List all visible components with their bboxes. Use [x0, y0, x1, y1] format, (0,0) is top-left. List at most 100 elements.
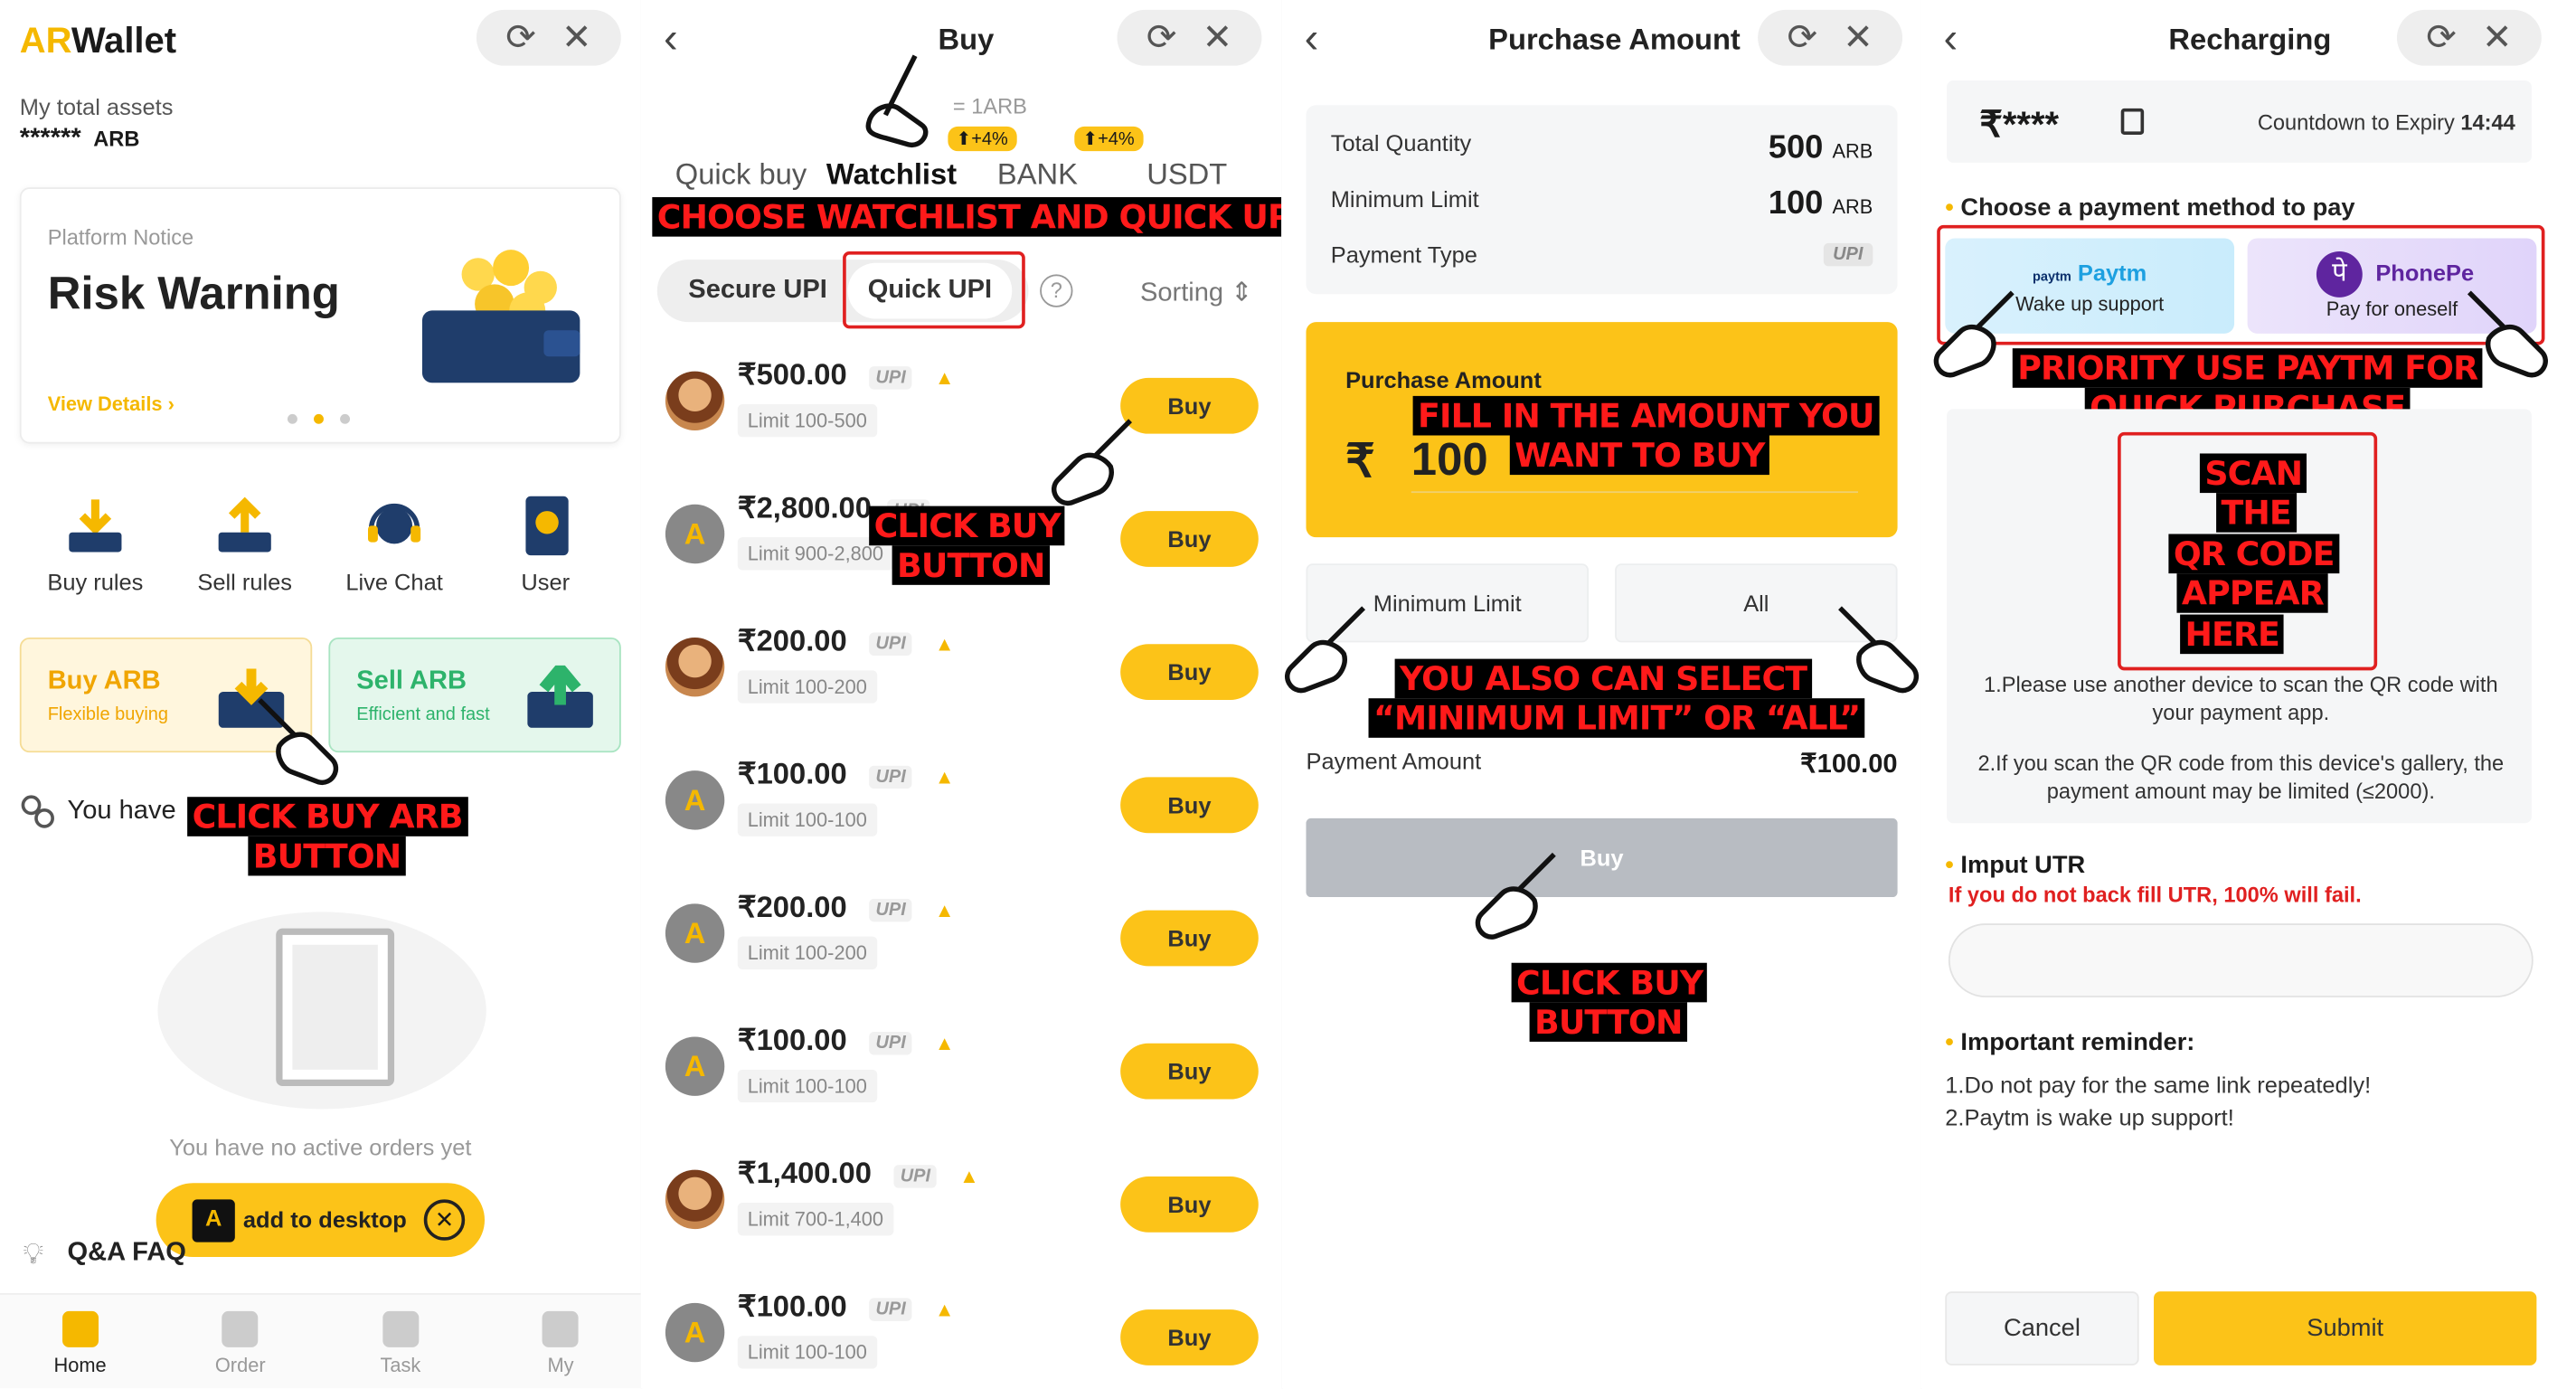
reminder-heading: • Important reminder: — [1945, 1028, 2195, 1057]
tab-home[interactable]: Home — [0, 1295, 160, 1389]
utr-heading: • Imput UTR — [1945, 851, 2086, 880]
sorting-control[interactable]: Sorting ⇕ — [1140, 276, 1253, 308]
seller-avatar — [665, 637, 725, 697]
order-limit: Limit 100-500 — [737, 403, 877, 438]
download-tray-icon — [62, 493, 128, 559]
headset-icon — [362, 493, 428, 559]
min-limit-label: Minimum Limit — [1330, 185, 1479, 213]
order-limit: Limit 100-100 — [737, 1336, 877, 1369]
refresh-icon[interactable]: ⟳ — [505, 19, 536, 56]
upi-logo-icon: UPI — [869, 898, 913, 922]
back-chevron-icon[interactable]: ‹ — [1943, 16, 1958, 59]
page-title: Recharging — [2168, 23, 2332, 56]
order-limit: Limit 700-1,400 — [737, 1203, 893, 1236]
orders-heading: You have — [67, 797, 176, 826]
close-icon[interactable]: ✕ — [1843, 19, 1873, 56]
tab-task[interactable]: Task — [320, 1295, 480, 1389]
arb-badge-icon: ▲ — [934, 898, 955, 922]
buy-order-button[interactable]: Buy — [1120, 1176, 1259, 1233]
bank-badge: ⬆+4% — [1074, 126, 1143, 152]
close-icon[interactable]: ✕ — [561, 19, 592, 56]
buy-order-button[interactable]: Buy — [1120, 1043, 1259, 1100]
buy-arb-title: Buy ARB — [47, 666, 161, 695]
back-chevron-icon[interactable]: ‹ — [1305, 16, 1319, 59]
live-chat-link[interactable]: Live Chat — [328, 493, 459, 595]
arb-badge-icon: ▲ — [934, 1032, 955, 1055]
task-icon — [382, 1310, 419, 1347]
pointing-hand-icon — [1920, 279, 2025, 384]
submit-button[interactable]: Submit — [2154, 1291, 2537, 1365]
faq-link[interactable]: Q&A FAQ — [67, 1239, 185, 1269]
utr-input[interactable] — [1948, 923, 2534, 997]
arb-badge-icon: ▲ — [934, 765, 955, 789]
buy-order-button[interactable]: Buy — [1120, 511, 1259, 567]
arb-badge-icon: ▲ — [934, 632, 955, 656]
tab-bank[interactable]: BANK — [997, 157, 1078, 192]
payment-amount-value: ₹100.00 — [1800, 751, 1898, 780]
order-price: ₹2,800.00 — [737, 491, 872, 524]
buy-order-button[interactable]: Buy — [1120, 644, 1259, 701]
refresh-icon[interactable]: ⟳ — [1146, 19, 1177, 56]
annotation-scan: SCAN — [2199, 453, 2307, 494]
sell-arb-button[interactable]: Sell ARB Efficient and fast — [328, 637, 621, 753]
tab-watchlist[interactable]: Watchlist — [826, 157, 957, 192]
tab-quick-buy[interactable]: Quick buy — [675, 157, 807, 192]
buy-order-button[interactable]: Buy — [1120, 777, 1259, 834]
home-icon — [61, 1310, 99, 1347]
order-price: ₹100.00 — [737, 757, 847, 790]
qr-note-1: 1.Please use another device to scan the … — [1984, 672, 2498, 725]
tab-usdt[interactable]: USDT — [1146, 157, 1227, 192]
purchase-amount-screen: ‹ Purchase Amount ⟳ ✕ Total Quantity 500… — [1281, 0, 1921, 1389]
close-icon[interactable]: ✕ — [1203, 19, 1233, 56]
sell-card-icon — [527, 659, 593, 728]
buy-button[interactable]: Buy — [1306, 817, 1898, 898]
watchlist-badge: ⬆+4% — [948, 126, 1016, 152]
annotation-button: BUTTON — [248, 836, 406, 876]
buy-arb-subtitle: Flexible buying — [47, 704, 169, 725]
notice-title: Risk Warning — [47, 268, 340, 319]
annotation-the: THE — [2216, 493, 2297, 533]
buy-rules-link[interactable]: Buy rules — [30, 493, 161, 595]
refresh-icon[interactable]: ⟳ — [2426, 19, 2457, 56]
help-icon[interactable]: ? — [1040, 274, 1073, 307]
app-badge-icon: A — [192, 1199, 235, 1243]
notice-card[interactable]: Platform Notice Risk Warning View Detail… — [19, 187, 621, 444]
cancel-button[interactable]: Cancel — [1945, 1291, 2139, 1365]
annotation-click-buy-arb: CLICK BUY ARB — [187, 797, 468, 836]
amount-header: ₹**** Countdown to Expiry 14:44 — [1947, 80, 2532, 163]
filter-secure-upi[interactable]: Secure UPI — [688, 276, 827, 306]
upload-tray-icon — [212, 493, 278, 559]
buy-order-button[interactable]: Buy — [1120, 910, 1259, 967]
arb-badge-icon: ▲ — [934, 366, 955, 390]
user-link[interactable]: User — [480, 493, 611, 595]
tab-my[interactable]: My — [480, 1295, 640, 1389]
window-controls: ⟳ ✕ — [1758, 9, 1903, 66]
add-to-desktop-banner[interactable]: A add to desktop ✕ — [156, 1183, 486, 1257]
window-controls: ⟳ ✕ — [476, 9, 621, 66]
rate-text: = 1ARB — [952, 93, 1027, 118]
assets-value: ****** ARB — [19, 125, 140, 153]
refresh-icon[interactable]: ⟳ — [1787, 19, 1817, 56]
pointing-hand-icon — [2456, 279, 2561, 384]
pointing-hand-icon — [1281, 595, 1376, 700]
seller-avatar — [665, 371, 725, 431]
buy-order-button[interactable]: Buy — [1120, 1309, 1259, 1365]
order-price: ₹100.00 — [737, 1290, 847, 1323]
annotation-button: BUTTON — [892, 545, 1050, 585]
order-price: ₹200.00 — [737, 890, 847, 924]
order-price: ₹100.00 — [737, 1023, 847, 1057]
tab-order[interactable]: Order — [160, 1295, 320, 1389]
profile-icon — [543, 1310, 580, 1347]
masked-amount: ₹**** — [1979, 103, 2060, 145]
annotation-want-to-buy: WANT TO BUY — [1509, 435, 1769, 476]
view-details-link[interactable]: View Details › — [48, 392, 175, 415]
order-icon — [222, 1310, 259, 1347]
close-banner-icon[interactable]: ✕ — [423, 1199, 466, 1241]
sell-rules-link[interactable]: Sell rules — [179, 493, 310, 595]
purchase-amount-label: Purchase Amount — [1345, 366, 1542, 393]
sell-arb-subtitle: Efficient and fast — [356, 704, 490, 725]
back-chevron-icon[interactable]: ‹ — [664, 16, 678, 59]
close-icon[interactable]: ✕ — [2482, 19, 2513, 56]
copy-icon[interactable] — [2120, 108, 2145, 135]
add-to-desktop-label: add to desktop — [242, 1205, 407, 1233]
